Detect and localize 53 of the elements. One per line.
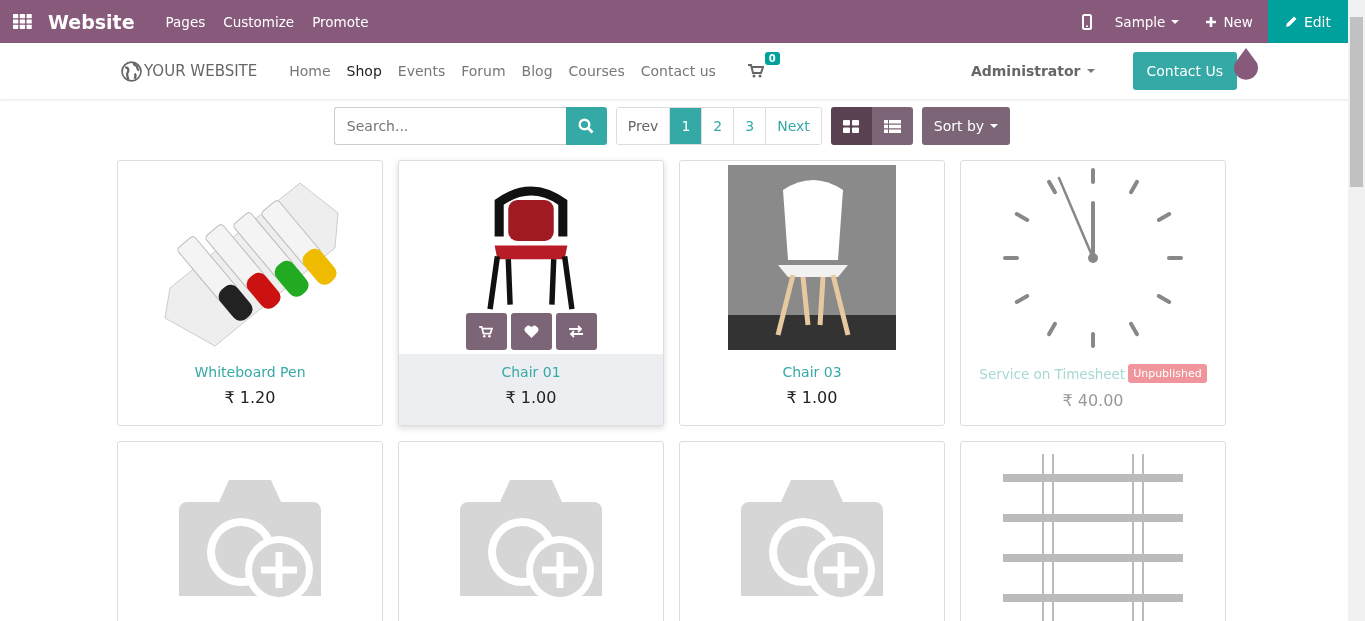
- product-card[interactable]: Service on Timesheet Unpublished ₹ 40.00: [960, 160, 1226, 426]
- search-button[interactable]: [565, 107, 607, 145]
- compare-button[interactable]: [555, 313, 597, 350]
- unpublished-badge: Unpublished: [1128, 364, 1207, 383]
- product-name[interactable]: Whiteboard Pen: [194, 364, 306, 380]
- nav-link[interactable]: Courses: [560, 63, 633, 79]
- product-price: ₹ 1.00: [505, 388, 557, 407]
- grid-view-button[interactable]: [830, 107, 872, 145]
- product-card[interactable]: Whiteboard Pen ₹ 1.20: [117, 160, 383, 426]
- nav-link[interactable]: Blog: [513, 63, 561, 79]
- product-price: ₹ 40.00: [1062, 391, 1124, 410]
- search-field[interactable]: Search...: [333, 107, 566, 145]
- scrollbar[interactable]: [1348, 0, 1365, 621]
- grid-icon: [843, 119, 860, 133]
- mobile-phone-icon[interactable]: [1081, 13, 1092, 30]
- product-card[interactable]: Chair 01 ₹ 1.00: [398, 160, 664, 426]
- drop-handle-icon[interactable]: [1231, 47, 1261, 83]
- contact-us-button[interactable]: Contact Us: [1132, 52, 1237, 90]
- list-view-button[interactable]: [871, 107, 913, 145]
- add-to-cart-button[interactable]: [465, 313, 507, 350]
- nav-link[interactable]: Contact us: [632, 63, 724, 79]
- heart-icon: [523, 325, 539, 338]
- product-name[interactable]: Chair 03: [782, 364, 842, 380]
- cart-icon[interactable]: [747, 64, 764, 78]
- apps-grid-icon[interactable]: [13, 14, 32, 29]
- product-price: ₹ 1.00: [786, 388, 838, 407]
- pencil-icon: [1284, 15, 1298, 28]
- page-button[interactable]: Next: [765, 108, 821, 144]
- nav-link[interactable]: Events: [389, 63, 454, 79]
- list-icon: [883, 119, 901, 133]
- product-price: ₹ 1.20: [224, 388, 276, 407]
- search-icon: [578, 118, 595, 134]
- plus-icon: [1205, 15, 1218, 28]
- swap-arrows-icon: [568, 325, 584, 338]
- user-menu[interactable]: Administrator: [964, 62, 1101, 80]
- top-menu-item[interactable]: Pages: [156, 0, 215, 43]
- site-logo[interactable]: YOUR WEBSITE: [119, 51, 260, 91]
- app-title: Website: [48, 10, 135, 33]
- top-menu-item[interactable]: Promote: [303, 0, 378, 43]
- nav-link[interactable]: Home: [281, 63, 339, 79]
- nav-link[interactable]: Shop: [338, 63, 390, 79]
- cart-count-badge: 0: [764, 52, 780, 65]
- sample-dropdown[interactable]: Sample: [1105, 0, 1189, 43]
- top-menu-item[interactable]: Customize: [214, 0, 304, 43]
- wishlist-button[interactable]: [510, 313, 552, 350]
- product-card[interactable]: Chair 03 ₹ 1.00: [679, 160, 945, 426]
- nav-link[interactable]: Forum: [453, 63, 514, 79]
- page-button[interactable]: 1: [669, 108, 702, 144]
- edit-button[interactable]: Edit: [1267, 0, 1348, 43]
- sort-dropdown[interactable]: Sort by: [921, 107, 1011, 145]
- new-button[interactable]: New: [1196, 0, 1262, 43]
- cart-icon: [479, 325, 493, 338]
- product-name[interactable]: Chair 01: [501, 364, 561, 380]
